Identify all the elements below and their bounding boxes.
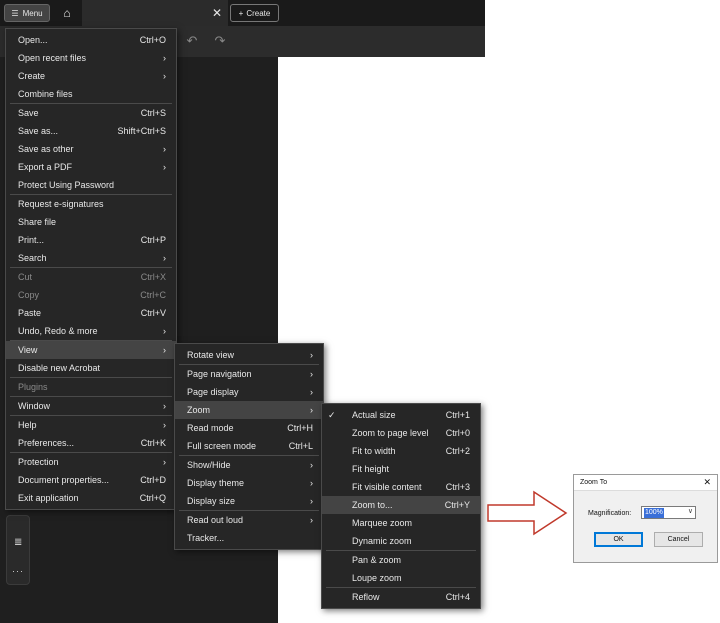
dialog-titlebar: Zoom To ✕ <box>574 475 717 491</box>
submenu-arrow-icon: › <box>163 457 166 467</box>
menu-item-zoom-to[interactable]: Zoom to... Ctrl+Y <box>322 496 480 514</box>
menu-item-display-theme[interactable]: Display theme › <box>175 474 323 492</box>
menu-item-print[interactable]: Print... Ctrl+P <box>6 231 176 249</box>
submenu-arrow-icon: › <box>310 387 313 397</box>
menu-item-open[interactable]: Open... Ctrl+O <box>6 31 176 49</box>
main-menu: Open... Ctrl+O Open recent files › Create ›… <box>5 28 177 510</box>
menu-item-help[interactable]: Help › <box>6 416 176 434</box>
menu-item-fit-height[interactable]: Fit height <box>322 460 480 478</box>
menu-item-export-pdf[interactable]: Export a PDF › <box>6 158 176 176</box>
magnification-label: Magnification: <box>588 510 632 517</box>
menu-item-save[interactable]: Save Ctrl+S <box>6 104 176 122</box>
menu-item-view[interactable]: View › <box>6 341 176 359</box>
menu-item-combine[interactable]: Combine files <box>6 85 176 103</box>
submenu-arrow-icon: › <box>310 369 313 379</box>
close-icon[interactable]: ✕ <box>703 477 711 488</box>
submenu-arrow-icon: › <box>163 253 166 263</box>
submenu-arrow-icon: › <box>163 345 166 355</box>
menu-item-document-properties[interactable]: Document properties... Ctrl+D <box>6 471 176 489</box>
menu-item-loupe-zoom[interactable]: Loupe zoom <box>322 569 480 587</box>
menu-item-undo-redo[interactable]: Undo, Redo & more › <box>6 322 176 340</box>
submenu-arrow-icon: › <box>163 53 166 63</box>
menu-item-protect-password[interactable]: Protect Using Password <box>6 176 176 194</box>
menu-item-fit-visible-content[interactable]: Fit visible content Ctrl+3 <box>322 478 480 496</box>
menu-item-search[interactable]: Search › <box>6 249 176 267</box>
menu-item-dynamic-zoom[interactable]: Dynamic zoom <box>322 532 480 550</box>
document-icon[interactable]: ≣ <box>14 537 24 549</box>
menu-item-display-size[interactable]: Display size › <box>175 492 323 510</box>
submenu-arrow-icon: › <box>310 350 313 360</box>
menu-item-save-as-other[interactable]: Save as other › <box>6 140 176 158</box>
submenu-arrow-icon: › <box>310 496 313 506</box>
hamburger-icon: ☰ <box>11 8 19 18</box>
ok-button[interactable]: OK <box>594 532 643 547</box>
menu-item-disable-new-acrobat[interactable]: Disable new Acrobat <box>6 359 176 377</box>
zoom-submenu: ✓ Actual size Ctrl+1 Zoom to page level Ctr… <box>321 403 481 609</box>
menu-item-share-file[interactable]: Share file <box>6 213 176 231</box>
submenu-arrow-icon: › <box>163 420 166 430</box>
create-button[interactable]: + Create <box>230 4 279 22</box>
check-icon: ✓ <box>328 410 336 420</box>
submenu-arrow-icon: › <box>163 401 166 411</box>
document-tab[interactable] <box>82 0 228 26</box>
submenu-arrow-icon: › <box>310 460 313 470</box>
menu-item-page-display[interactable]: Page display › <box>175 383 323 401</box>
menu-item-show-hide[interactable]: Show/Hide › <box>175 456 323 474</box>
menu-item-paste[interactable]: Paste Ctrl+V <box>6 304 176 322</box>
menu-item-plugins[interactable]: Plugins <box>6 378 176 396</box>
menu-item-save-as[interactable]: Save as... Shift+Ctrl+S <box>6 122 176 140</box>
undo-icon[interactable]: ↶ <box>183 33 201 49</box>
menu-item-read-mode[interactable]: Read mode Ctrl+H <box>175 419 323 437</box>
submenu-arrow-icon: › <box>163 144 166 154</box>
menu-item-pan-zoom[interactable]: Pan & zoom <box>322 551 480 569</box>
submenu-arrow-icon: › <box>310 515 313 525</box>
plus-icon: + <box>238 8 244 18</box>
home-icon[interactable]: ⌂ <box>56 3 78 23</box>
magnification-value[interactable]: 100% <box>644 508 664 518</box>
menu-item-request-esignatures[interactable]: Request e-signatures <box>6 195 176 213</box>
submenu-arrow-icon: › <box>310 478 313 488</box>
menu-item-zoom-to-page-level[interactable]: Zoom to page level Ctrl+0 <box>322 424 480 442</box>
menu-item-fit-to-width[interactable]: Fit to width Ctrl+2 <box>322 442 480 460</box>
menu-item-window[interactable]: Window › <box>6 397 176 415</box>
menu-button-label: Menu <box>22 8 43 18</box>
menu-item-reflow[interactable]: Reflow Ctrl+4 <box>322 588 480 606</box>
redo-icon[interactable]: ↷ <box>211 33 229 49</box>
close-tab-icon[interactable]: ✕ <box>210 4 224 22</box>
menu-item-read-out-loud[interactable]: Read out loud › <box>175 511 323 529</box>
create-button-label: Create <box>246 8 271 18</box>
red-arrow-icon <box>487 490 568 536</box>
submenu-arrow-icon: › <box>163 71 166 81</box>
submenu-arrow-icon: › <box>163 326 166 336</box>
menu-item-exit[interactable]: Exit application Ctrl+Q <box>6 489 176 507</box>
more-icon[interactable]: ··· <box>12 566 26 576</box>
menu-item-actual-size[interactable]: ✓ Actual size Ctrl+1 <box>322 406 480 424</box>
menu-item-create[interactable]: Create › <box>6 67 176 85</box>
menu-item-rotate-view[interactable]: Rotate view › <box>175 346 323 364</box>
menu-item-zoom[interactable]: Zoom › <box>175 401 323 419</box>
menu-item-copy[interactable]: Copy Ctrl+C <box>6 286 176 304</box>
submenu-arrow-icon: › <box>310 405 313 415</box>
menu-item-tracker[interactable]: Tracker... <box>175 529 323 547</box>
view-submenu: Rotate view › Page navigation › Page displ… <box>174 343 324 550</box>
cancel-button[interactable]: Cancel <box>654 532 703 547</box>
magnification-select[interactable]: 100% ∨ <box>641 506 696 519</box>
chevron-down-icon[interactable]: ∨ <box>688 507 693 515</box>
menu-item-full-screen[interactable]: Full screen mode Ctrl+L <box>175 437 323 455</box>
menu-item-open-recent[interactable]: Open recent files › <box>6 49 176 67</box>
menu-item-cut[interactable]: Cut Ctrl+X <box>6 268 176 286</box>
menu-item-preferences[interactable]: Preferences... Ctrl+K <box>6 434 176 452</box>
dialog-title: Zoom To <box>580 479 608 486</box>
arrow-shape <box>487 490 568 536</box>
zoom-to-dialog: Zoom To ✕ Magnification: 100% ∨ OK Cance… <box>573 474 718 563</box>
menu-item-protection[interactable]: Protection › <box>6 453 176 471</box>
menu-button[interactable]: ☰ Menu <box>4 4 50 22</box>
menu-item-marquee-zoom[interactable]: Marquee zoom <box>322 514 480 532</box>
submenu-arrow-icon: › <box>163 162 166 172</box>
menu-item-page-navigation[interactable]: Page navigation › <box>175 365 323 383</box>
